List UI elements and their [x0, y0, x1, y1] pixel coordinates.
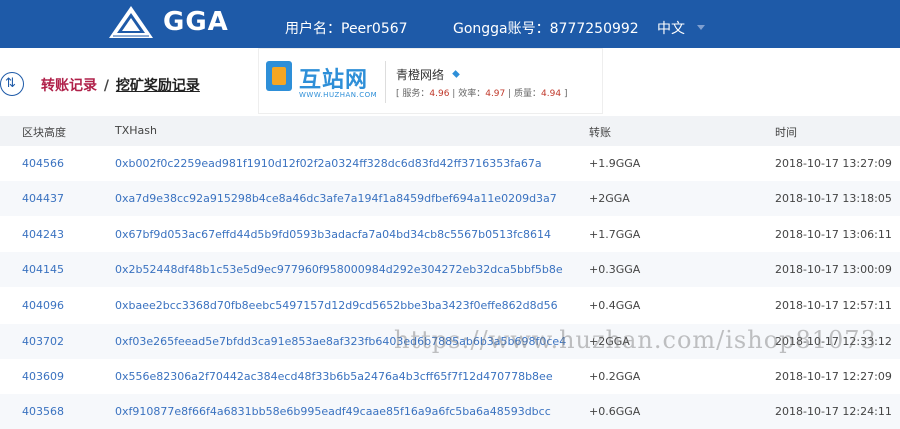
badge-divider	[385, 61, 386, 103]
table-row: 404145 0x2b52448df48b1c53e5d9ec977960f95…	[0, 252, 900, 287]
table-row: 403568 0xf910877e8f66f4a6831bb58e6b995ea…	[0, 394, 900, 429]
table-row: 404566 0xb002f0c2259ead981f1910d12f02f2a…	[0, 146, 900, 181]
breadcrumb-separator: /	[103, 78, 109, 94]
amount-cell: +1.7GGA	[589, 228, 641, 241]
time-cell: 2018-10-17 12:24:11	[775, 405, 892, 418]
diamond-icon	[451, 70, 461, 78]
block-height-link[interactable]: 403568	[22, 405, 64, 418]
amount-cell: +2GGA	[589, 192, 630, 205]
block-height-link[interactable]: 404096	[22, 299, 64, 312]
txhash-link[interactable]: 0xb002f0c2259ead981f1910d12f02f2a0324ff3…	[115, 157, 542, 170]
pyramid-logo-icon	[109, 6, 153, 38]
breadcrumb: 转账记录 / 挖矿奖励记录	[41, 75, 200, 95]
quality-label: 质量：	[514, 89, 542, 99]
table-row: 404243 0x67bf9d053ac67effd44d5b9fd0593b3…	[0, 217, 900, 252]
txhash-link[interactable]: 0xbaee2bcc3368d70fb8eebc5497157d12d9cd56…	[115, 299, 558, 312]
quality-score: 4.94	[541, 89, 562, 99]
txhash-link[interactable]: 0xa7d9e38cc92a915298b4ce8a46dc3afe7a194f…	[115, 192, 557, 205]
tab-mining-rewards[interactable]: 挖矿奖励记录	[116, 78, 200, 94]
block-height-link[interactable]: 404437	[22, 192, 64, 205]
amount-cell: +0.3GGA	[589, 263, 641, 276]
table-row: 404437 0xa7d9e38cc92a915298b4ce8a46dc3af…	[0, 181, 900, 216]
time-cell: 2018-10-17 12:27:09	[775, 370, 892, 383]
time-cell: 2018-10-17 13:00:09	[775, 263, 892, 276]
table-row: 404096 0xbaee2bcc3368d70fb8eebc5497157d1…	[0, 288, 900, 323]
time-cell: 2018-10-17 13:27:09	[775, 157, 892, 170]
block-height-link[interactable]: 404243	[22, 228, 64, 241]
txhash-link[interactable]: 0x67bf9d053ac67effd44d5b9fd0593b3adacfa7…	[115, 228, 551, 241]
block-height-link[interactable]: 404145	[22, 263, 64, 276]
account-label: Gongga账号：8777250992	[453, 21, 639, 37]
huzhan-logo-icon	[266, 61, 292, 91]
chevron-down-icon[interactable]	[697, 25, 705, 30]
watermark: https://www.huzhan.com/ishop81073	[394, 326, 877, 354]
column-header-amount: 转账	[589, 126, 611, 139]
column-header-txhash: TXHash	[115, 124, 157, 137]
brand-logo[interactable]: GGA	[107, 4, 229, 40]
tab-transfer-records[interactable]: 转账记录	[41, 78, 97, 94]
swap-icon: ⇅	[0, 72, 24, 96]
badge-site-name: 互站网	[299, 68, 369, 93]
txhash-link[interactable]: 0x2b52448df48b1c53e5d9ec977960f958000984…	[115, 263, 563, 276]
service-score: 4.96	[429, 89, 450, 99]
top-header: GGA 用户名：Peer0567 Gongga账号：8777250992 中文	[0, 0, 900, 48]
column-header-time: 时间	[775, 126, 797, 139]
block-height-link[interactable]: 403609	[22, 370, 64, 383]
amount-cell: +1.9GGA	[589, 157, 641, 170]
service-label: 服务：	[402, 89, 430, 99]
username-label: 用户名：Peer0567	[285, 21, 408, 37]
efficiency-score: 4.97	[485, 89, 506, 99]
time-cell: 2018-10-17 12:57:11	[775, 299, 892, 312]
txhash-link[interactable]: 0xf910877e8f66f4a6831bb58e6b995eadf49caa…	[115, 405, 551, 418]
time-cell: 2018-10-17 13:18:05	[775, 192, 892, 205]
shop-badge[interactable]: 互站网 WWW.HUZHAN.COM 青橙网络 [ 服务：4.96 | 效率：4…	[258, 48, 603, 114]
column-header-height: 区块高度	[22, 126, 66, 139]
logo-text: GGA	[163, 7, 229, 37]
badge-site-url: WWW.HUZHAN.COM	[299, 91, 378, 99]
badge-scores: [ 服务：4.96 | 效率：4.97 | 质量：4.94 ]	[396, 89, 568, 99]
block-height-link[interactable]: 403702	[22, 335, 64, 348]
amount-cell: +0.2GGA	[589, 370, 641, 383]
time-cell: 2018-10-17 13:06:11	[775, 228, 892, 241]
txhash-link[interactable]: 0x556e82306a2f70442ac384ecd48f33b6b5a247…	[115, 370, 553, 383]
table-header: 区块高度 TXHash 转账 时间	[0, 116, 900, 146]
language-selector[interactable]: 中文	[657, 18, 685, 38]
efficiency-label: 效率：	[458, 89, 486, 99]
badge-shop-title: 青橙网络	[396, 68, 445, 82]
table-row: 403609 0x556e82306a2f70442ac384ecd48f33b…	[0, 359, 900, 394]
amount-cell: +0.4GGA	[589, 299, 641, 312]
amount-cell: +0.6GGA	[589, 405, 641, 418]
block-height-link[interactable]: 404566	[22, 157, 64, 170]
